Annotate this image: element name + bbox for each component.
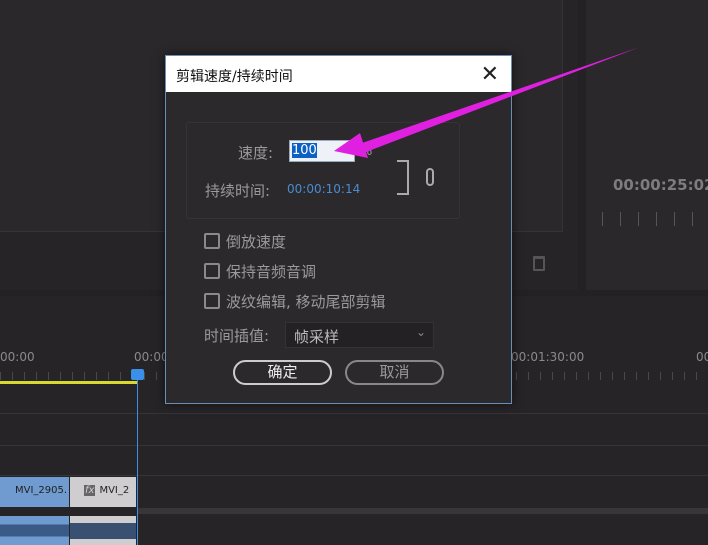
annotation-arrow-icon — [334, 47, 640, 158]
